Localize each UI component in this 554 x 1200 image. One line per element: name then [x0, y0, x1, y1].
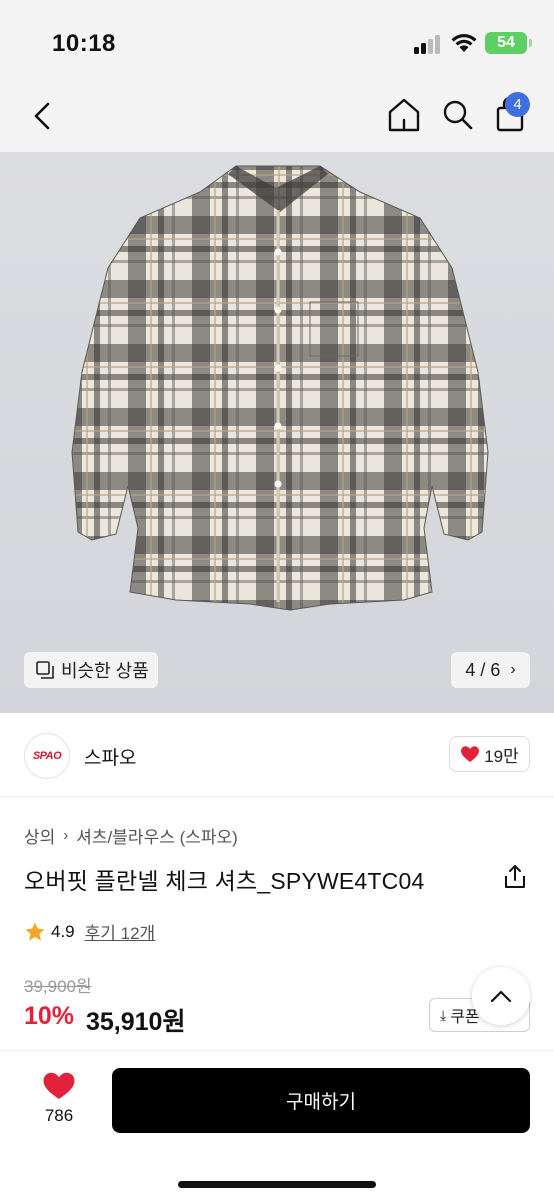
wishlist-count: 786 [44, 1106, 74, 1125]
similar-icon [36, 661, 54, 679]
brand-like-button[interactable]: 19만 [449, 736, 530, 772]
home-indicator [178, 1181, 376, 1188]
home-icon[interactable] [384, 94, 424, 136]
heart-icon [461, 746, 480, 762]
brand-like-count: 19만 [484, 746, 519, 766]
product-image [71, 165, 489, 611]
image-page-indicator[interactable]: 4 / 6 › [451, 652, 530, 688]
wifi-icon [451, 33, 477, 52]
status-bar: 10:18 54 [0, 0, 554, 86]
cart-count-badge: 4 [505, 92, 530, 117]
star-icon [25, 922, 45, 941]
signal-icon [414, 34, 442, 54]
battery-icon: 54 [485, 32, 527, 54]
breadcrumb-item-top[interactable]: 상의 [24, 823, 55, 848]
battery-cap [529, 39, 532, 47]
similar-products-label: 비슷한 상품 [61, 661, 149, 681]
search-icon[interactable] [438, 94, 478, 136]
brand-name[interactable]: 스파오 [84, 743, 136, 770]
download-icon: ⤓ [440, 1006, 447, 1023]
status-time: 10:18 [52, 30, 116, 57]
original-price: 39,900원 [24, 977, 92, 996]
sale-price: 35,910원 [86, 1008, 186, 1036]
breadcrumb: 상의 › 셔츠/블라우스 (스파오) [24, 823, 238, 848]
brand-logo[interactable]: SPAO [24, 733, 70, 779]
page-indicator-text: 4 / 6 [465, 659, 501, 680]
product-rating: 4.9 후기 12개 [24, 919, 155, 944]
product-image-gallery[interactable]: 비슷한 상품 4 / 6 › [0, 152, 554, 713]
chevron-up-icon [490, 990, 512, 1003]
back-arrow-icon[interactable] [26, 96, 60, 136]
bottom-action-bar: 786 구매하기 [0, 1050, 554, 1200]
share-icon[interactable] [503, 864, 527, 890]
similar-products-button[interactable]: 비슷한 상품 [24, 652, 158, 688]
rating-score: 4.9 [51, 921, 75, 941]
product-title: 오버핏 플란넬 체크 셔츠_SPYWE4TC04 [24, 868, 425, 894]
chevron-right-icon: › [510, 661, 516, 678]
buy-button[interactable]: 구매하기 [112, 1068, 530, 1133]
reviews-link[interactable]: 후기 12개 [85, 919, 156, 944]
scroll-to-top-button[interactable] [472, 967, 530, 1025]
wishlist-heart-icon[interactable] [42, 1071, 76, 1101]
breadcrumb-item-category[interactable]: 셔츠/블라우스 (스파오) [76, 823, 238, 848]
brand-row[interactable]: SPAO 스파오 19만 [0, 713, 554, 797]
chevron-right-icon: › [63, 827, 69, 844]
discount-rate: 10% [24, 1002, 75, 1030]
nav-bar: 4 [0, 86, 554, 152]
